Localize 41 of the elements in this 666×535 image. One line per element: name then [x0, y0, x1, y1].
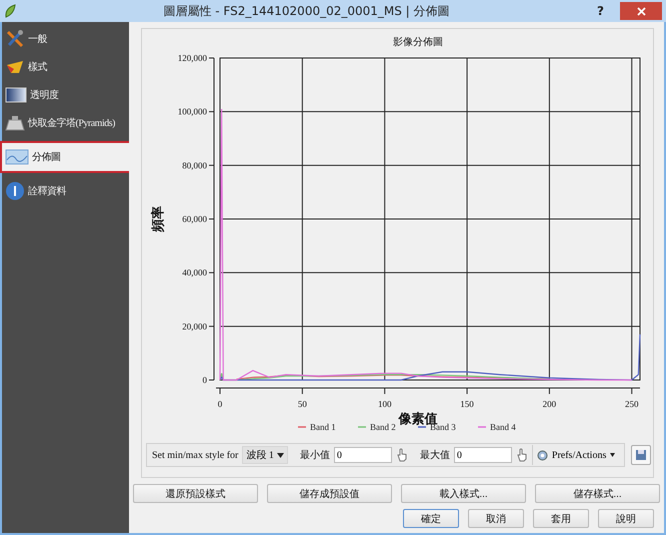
- dialog-button[interactable]: 確定: [403, 509, 459, 528]
- x-tick-label: 0: [217, 399, 222, 409]
- style-button[interactable]: 儲存樣式...: [535, 484, 660, 503]
- min-label: 最小值: [300, 448, 330, 462]
- style-button[interactable]: 還原預設樣式: [133, 484, 258, 503]
- prefs-actions-button[interactable]: Prefs/Actions: [532, 445, 620, 465]
- style-button[interactable]: 儲存成預設值: [267, 484, 392, 503]
- min-field[interactable]: 0: [334, 447, 392, 463]
- band-select[interactable]: 波段 1: [242, 446, 288, 464]
- style-label: Set min/max style for: [152, 450, 238, 460]
- max-label: 最大值: [420, 448, 450, 462]
- y-tick-label: 60,000: [182, 214, 206, 224]
- sidebar-item[interactable]: 詮釋資料: [2, 177, 129, 205]
- sidebar-item[interactable]: 快取金字塔(Pyramids): [2, 109, 129, 137]
- y-tick-label: 80,000: [182, 160, 206, 170]
- dialog-button[interactable]: 說明: [598, 509, 654, 528]
- legend-label: Band 1: [310, 422, 336, 432]
- help-mark[interactable]: ?: [597, 4, 604, 18]
- sidebar-item[interactable]: 透明度: [2, 81, 129, 109]
- y-tick-label: 0: [202, 375, 206, 385]
- x-tick-label: 150: [460, 399, 474, 409]
- sidebar-item[interactable]: 樣式: [2, 53, 129, 81]
- x-tick-label: 200: [542, 399, 556, 409]
- x-tick-label: 250: [624, 399, 638, 409]
- window-title: 圖層屬性 - FS2_144102000_02_0001_MS | 分佈圖: [162, 2, 451, 20]
- y-tick-label: 20,000: [182, 321, 206, 332]
- style-button[interactable]: 載入樣式...: [401, 484, 526, 503]
- sidebar-item[interactable]: 分佈圖: [2, 143, 129, 171]
- dialog-button[interactable]: 套用: [533, 509, 589, 528]
- x-tick-label: 50: [297, 399, 306, 409]
- y-tick-label: 120,000: [177, 53, 206, 63]
- y-tick-label: 40,000: [182, 268, 206, 278]
- dialog-button[interactable]: 取消: [468, 509, 524, 528]
- max-field[interactable]: 0: [454, 447, 512, 463]
- y-tick-label: 100,000: [177, 106, 206, 117]
- chart-title: 影像分佈圖: [392, 37, 442, 48]
- legend-label: Band 4: [490, 422, 516, 432]
- sidebar-item[interactable]: 一般: [2, 25, 129, 53]
- legend-label: Band 2: [370, 422, 396, 432]
- x-tick-label: 100: [377, 399, 391, 409]
- y-axis-title: 頻率: [150, 206, 166, 232]
